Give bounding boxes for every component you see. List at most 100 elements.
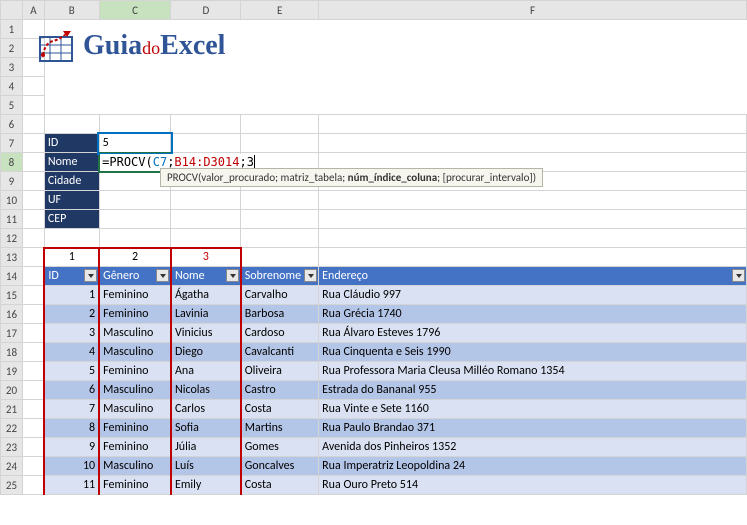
col-header-E[interactable]: E [241,1,319,20]
cell-sobrenome[interactable]: Gomes [241,438,319,457]
cell-genero[interactable]: Masculino [99,400,171,419]
cell-C7[interactable]: 5 [99,134,171,153]
row-header[interactable]: 19 [1,362,23,381]
cell-id[interactable]: 6 [44,381,99,400]
col-header-B[interactable]: B [44,1,99,20]
cell-genero[interactable]: Masculino [99,343,171,362]
cell-id[interactable]: 7 [44,400,99,419]
row-header[interactable]: 22 [1,419,23,438]
row-header[interactable]: 12 [1,229,23,248]
cell-nome[interactable]: Vinicius [171,324,241,343]
col-header-C[interactable]: C [99,1,171,20]
cell-nome[interactable]: Nicolas [171,381,241,400]
cell-id[interactable]: 2 [44,305,99,324]
spreadsheet-grid[interactable]: A B C D E F 1 2 3 4 5 6 7 ID 5 8 Nome =P… [0,0,747,495]
row-header[interactable]: 4 [1,77,23,96]
cell-sobrenome[interactable]: Cardoso [241,324,319,343]
cell-id[interactable]: 11 [44,476,99,495]
filter-dropdown-icon[interactable] [304,269,317,282]
cell-sobrenome[interactable]: Goncalves [241,457,319,476]
cell-nome[interactable]: Diego [171,343,241,362]
col-num-2: 2 [99,248,171,267]
cell-endereco[interactable]: Rua Ouro Preto 514 [319,476,747,495]
th-sobrenome[interactable]: Sobrenome [241,267,319,286]
cell-endereco[interactable]: Rua Cláudio 997 [319,286,747,305]
label-cidade: Cidade [44,172,99,191]
cell-id[interactable]: 5 [44,362,99,381]
cell-genero[interactable]: Masculino [99,324,171,343]
cell-genero[interactable]: Feminino [99,362,171,381]
cell-nome[interactable]: Ágatha [171,286,241,305]
row-header[interactable]: 6 [1,115,23,134]
cell-id[interactable]: 10 [44,457,99,476]
cell-endereco[interactable]: Estrada do Bananal 955 [319,381,747,400]
row-header[interactable]: 15 [1,286,23,305]
row-header[interactable]: 25 [1,476,23,495]
cell-endereco[interactable]: Rua Professora Maria Cleusa Milléo Roman… [319,362,747,381]
cell-sobrenome[interactable]: Costa [241,400,319,419]
cell-endereco[interactable]: Rua Vinte e Sete 1160 [319,400,747,419]
cell-nome[interactable]: Luís [171,457,241,476]
cell-nome[interactable]: Lavinia [171,305,241,324]
col-header-D[interactable]: D [171,1,241,20]
row-header[interactable]: 3 [1,58,23,77]
row-header[interactable]: 23 [1,438,23,457]
cell-genero[interactable]: Masculino [99,457,171,476]
row-header[interactable]: 21 [1,400,23,419]
th-genero[interactable]: Gênero [99,267,171,286]
row-header[interactable]: 8 [1,153,23,172]
row-header[interactable]: 17 [1,324,23,343]
cell-id[interactable]: 4 [44,343,99,362]
cell-endereco[interactable]: Rua Paulo Brandao 371 [319,419,747,438]
cell-sobrenome[interactable]: Carvalho [241,286,319,305]
cell-endereco[interactable]: Rua Imperatriz Leopoldina 24 [319,457,747,476]
filter-dropdown-icon[interactable] [156,269,169,282]
cell-nome[interactable]: Sofia [171,419,241,438]
cell-endereco[interactable]: Avenida dos Pinheiros 1352 [319,438,747,457]
cell-id[interactable]: 9 [44,438,99,457]
cell-genero[interactable]: Masculino [99,381,171,400]
cell-endereco[interactable]: Rua Álvaro Esteves 1796 [319,324,747,343]
row-header[interactable]: 7 [1,134,23,153]
row-header[interactable]: 20 [1,381,23,400]
cell-nome[interactable]: Júlia [171,438,241,457]
row-header[interactable]: 14 [1,267,23,286]
cell-id[interactable]: 8 [44,419,99,438]
cell-genero[interactable]: Feminino [99,476,171,495]
row-header[interactable]: 10 [1,191,23,210]
cell-nome[interactable]: Ana [171,362,241,381]
cell-sobrenome[interactable]: Costa [241,476,319,495]
row-header[interactable]: 13 [1,248,23,267]
filter-dropdown-icon[interactable] [84,269,97,282]
col-header-F[interactable]: F [319,1,747,20]
cell-genero[interactable]: Feminino [99,419,171,438]
row-header[interactable]: 5 [1,96,23,115]
row-header[interactable]: 1 [1,20,23,39]
cell-sobrenome[interactable]: Martins [241,419,319,438]
cell-endereco[interactable]: Rua Grécia 1740 [319,305,747,324]
th-nome[interactable]: Nome [171,267,241,286]
row-header[interactable]: 11 [1,210,23,229]
cell-sobrenome[interactable]: Cavalcanti [241,343,319,362]
cell-sobrenome[interactable]: Castro [241,381,319,400]
row-header[interactable]: 24 [1,457,23,476]
cell-nome[interactable]: Emily [171,476,241,495]
filter-dropdown-icon[interactable] [226,269,239,282]
cell-genero[interactable]: Feminino [99,438,171,457]
cell-id[interactable]: 1 [44,286,99,305]
row-header[interactable]: 18 [1,343,23,362]
filter-dropdown-icon[interactable] [732,269,745,282]
row-header[interactable]: 16 [1,305,23,324]
cell-genero[interactable]: Feminino [99,286,171,305]
cell-nome[interactable]: Carlos [171,400,241,419]
cell-genero[interactable]: Feminino [99,305,171,324]
th-endereco[interactable]: Endereço [319,267,747,286]
cell-sobrenome[interactable]: Oliveira [241,362,319,381]
cell-id[interactable]: 3 [44,324,99,343]
cell-sobrenome[interactable]: Barbosa [241,305,319,324]
row-header[interactable]: 2 [1,39,23,58]
th-id[interactable]: ID [44,267,99,286]
row-header[interactable]: 9 [1,172,23,191]
col-header-A[interactable]: A [22,1,44,20]
cell-endereco[interactable]: Rua Cinquenta e Seis 1990 [319,343,747,362]
